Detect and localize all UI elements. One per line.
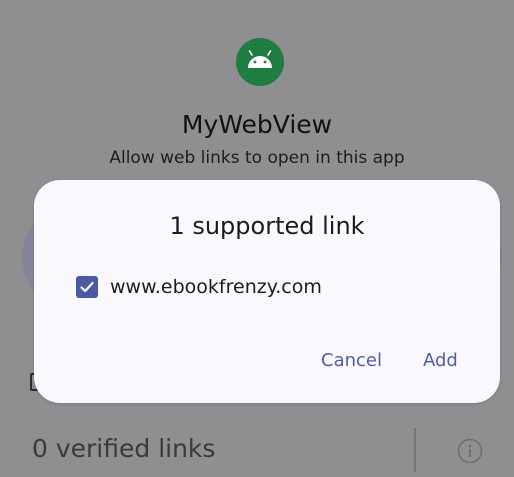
link-row[interactable]: www.ebookfrenzy.com bbox=[76, 273, 322, 301]
android-icon bbox=[236, 38, 284, 86]
app-name: MyWebView bbox=[181, 110, 333, 139]
info-icon bbox=[457, 438, 483, 464]
cancel-button[interactable]: Cancel bbox=[321, 350, 382, 371]
dialog-title: 1 supported link bbox=[169, 212, 365, 240]
app-subtitle: Allow web links to open in this app bbox=[109, 148, 405, 168]
link-url: www.ebookfrenzy.com bbox=[110, 276, 322, 298]
supported-links-dialog: 1 supported link www.ebookfrenzy.com Can… bbox=[34, 180, 500, 403]
screen: MyWebView Allow web links to open in thi… bbox=[0, 0, 514, 477]
vertical-divider bbox=[414, 428, 416, 472]
add-button[interactable]: Add bbox=[423, 350, 458, 371]
link-checkbox[interactable] bbox=[76, 276, 98, 298]
verified-links-label: 0 verified links bbox=[32, 434, 216, 463]
check-icon bbox=[80, 281, 94, 293]
